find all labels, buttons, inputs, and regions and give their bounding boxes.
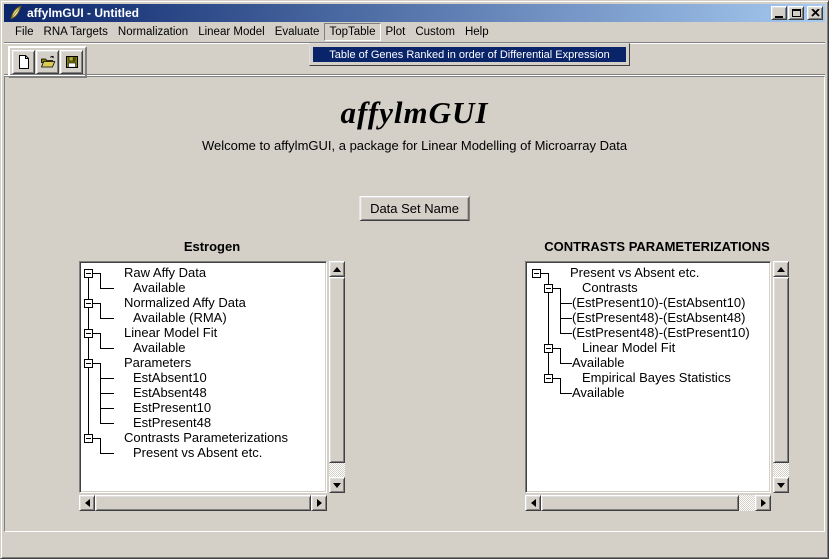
tree-node-label[interactable]: Available: [572, 385, 625, 400]
tree-collapse-icon[interactable]: [84, 269, 93, 278]
contrasts-tree-title: CONTRASTS PARAMETERIZATIONS: [525, 239, 789, 255]
toptable-dropdown-menu: Table of Genes Ranked in order of Differ…: [309, 43, 630, 66]
vertical-scroll-thumb[interactable]: [329, 277, 345, 463]
horizontal-scroll-thumb[interactable]: [541, 495, 739, 511]
minimize-button[interactable]: [771, 6, 787, 20]
scroll-down-icon: [333, 483, 341, 488]
tree-collapse-icon[interactable]: [84, 299, 93, 308]
menu-item-evaluate[interactable]: Evaluate: [270, 23, 325, 41]
scroll-left-button[interactable]: [79, 495, 95, 511]
menu-item-plot[interactable]: Plot: [381, 23, 411, 41]
scroll-left-button[interactable]: [525, 495, 541, 511]
tree-node-label[interactable]: (EstPresent10)-(EstAbsent10): [572, 295, 745, 310]
scroll-left-icon: [85, 499, 90, 507]
scroll-down-icon: [777, 483, 785, 488]
scroll-trough[interactable]: [773, 463, 789, 477]
tree-collapse-icon[interactable]: [84, 359, 93, 368]
horizontal-scroll-thumb[interactable]: [95, 495, 311, 511]
close-icon: [811, 9, 820, 17]
contrasts-tree-panel: CONTRASTS PARAMETERIZATIONS Present vs A…: [525, 239, 789, 511]
estrogen-tree-title: Estrogen: [79, 239, 345, 255]
dataset-name-button[interactable]: Data Set Name: [359, 196, 470, 221]
tree-collapse-icon[interactable]: [532, 269, 541, 278]
scroll-trough[interactable]: [329, 463, 345, 477]
menu-item-linear-model[interactable]: Linear Model: [193, 23, 269, 41]
tree-node-label[interactable]: (EstPresent48)-(EstPresent10): [572, 325, 750, 340]
menu-item-normalization[interactable]: Normalization: [113, 23, 193, 41]
menu-item-rna-targets[interactable]: RNA Targets: [39, 23, 113, 41]
menu-item-custom[interactable]: Custom: [410, 23, 460, 41]
scroll-up-button[interactable]: [329, 261, 345, 277]
scroll-down-button[interactable]: [773, 477, 789, 493]
estrogen-horizontal-scrollbar: [79, 495, 327, 511]
toolbar-button-frame: [8, 46, 87, 78]
close-button[interactable]: [807, 6, 823, 20]
maximize-icon: [792, 9, 801, 17]
app-heading: affylmGUI: [5, 95, 824, 131]
tree-node-label[interactable]: EstPresent48: [133, 415, 211, 430]
maximize-button[interactable]: [788, 6, 804, 20]
scroll-up-button[interactable]: [773, 261, 789, 277]
tree-node-label[interactable]: Present vs Absent etc.: [570, 265, 699, 280]
contrasts-horizontal-scrollbar: [525, 495, 771, 511]
tree-node-label[interactable]: Linear Model Fit: [582, 340, 675, 355]
scroll-up-icon: [333, 267, 341, 272]
tree-node-label[interactable]: Empirical Bayes Statistics: [582, 370, 731, 385]
tree-collapse-icon[interactable]: [544, 344, 553, 353]
new-document-icon: [16, 54, 32, 70]
application-window: affylmGUI - Untitled FileRNA TargetsNorm…: [0, 0, 829, 559]
title-bar: affylmGUI - Untitled: [4, 4, 825, 22]
tree-node-label[interactable]: Normalized Affy Data: [124, 295, 246, 310]
tree-collapse-icon[interactable]: [84, 434, 93, 443]
tree-collapse-icon[interactable]: [544, 374, 553, 383]
tree-node-label[interactable]: Raw Affy Data: [124, 265, 206, 280]
scroll-left-icon: [531, 499, 536, 507]
menu-item-toptable[interactable]: TopTable: [324, 23, 380, 41]
tree-node-label[interactable]: Available: [572, 355, 625, 370]
tree-node-label[interactable]: Linear Model Fit: [124, 325, 217, 340]
scroll-right-icon: [761, 499, 766, 507]
tree-node-label[interactable]: (EstPresent48)-(EstAbsent48): [572, 310, 745, 325]
tree-node-label[interactable]: Available: [133, 340, 186, 355]
open-folder-icon: [40, 54, 56, 70]
tree-collapse-icon[interactable]: [544, 284, 553, 293]
estrogen-tree-panel: Estrogen Raw Affy DataAvailableNormalize…: [79, 239, 345, 511]
tree-node-label[interactable]: EstPresent10: [133, 400, 211, 415]
save-file-button[interactable]: [60, 50, 83, 74]
menu-item-file[interactable]: File: [10, 23, 39, 41]
scroll-right-button[interactable]: [755, 495, 771, 511]
feather-app-icon: [7, 5, 23, 21]
tree-node-label[interactable]: Present vs Absent etc.: [133, 445, 262, 460]
tree-node-label[interactable]: Parameters: [124, 355, 191, 370]
scroll-right-button[interactable]: [311, 495, 327, 511]
scroll-trough[interactable]: [739, 495, 755, 511]
menu-bar: FileRNA TargetsNormalizationLinear Model…: [4, 22, 825, 42]
scroll-up-icon: [777, 267, 785, 272]
main-content-frame: affylmGUI Welcome to affylmGUI, a packag…: [4, 76, 825, 532]
window-title: affylmGUI - Untitled: [27, 6, 771, 20]
save-floppy-icon: [64, 54, 80, 70]
tree-node-label[interactable]: EstAbsent48: [133, 385, 207, 400]
menu-item-help[interactable]: Help: [460, 23, 494, 41]
vertical-scroll-thumb[interactable]: [773, 277, 789, 463]
minimize-icon: [775, 16, 783, 18]
welcome-text: Welcome to affylmGUI, a package for Line…: [5, 138, 824, 153]
dropdown-item-toptable[interactable]: Table of Genes Ranked in order of Differ…: [313, 47, 626, 62]
tree-node-label[interactable]: Available: [133, 280, 186, 295]
new-file-button[interactable]: [12, 50, 35, 74]
estrogen-vertical-scrollbar: [329, 261, 345, 493]
open-file-button[interactable]: [36, 50, 59, 74]
contrasts-vertical-scrollbar: [773, 261, 789, 493]
tree-node-label[interactable]: Contrasts: [582, 280, 638, 295]
scroll-right-icon: [317, 499, 322, 507]
tree-collapse-icon[interactable]: [84, 329, 93, 338]
scroll-down-button[interactable]: [329, 477, 345, 493]
tree-node-label[interactable]: Contrasts Parameterizations: [124, 430, 288, 445]
contrasts-tree-listbox: Present vs Absent etc.Contrasts(EstPrese…: [525, 261, 771, 493]
tree-node-label[interactable]: EstAbsent10: [133, 370, 207, 385]
tree-node-label[interactable]: Available (RMA): [133, 310, 227, 325]
estrogen-tree-listbox: Raw Affy DataAvailableNormalized Affy Da…: [79, 261, 327, 493]
